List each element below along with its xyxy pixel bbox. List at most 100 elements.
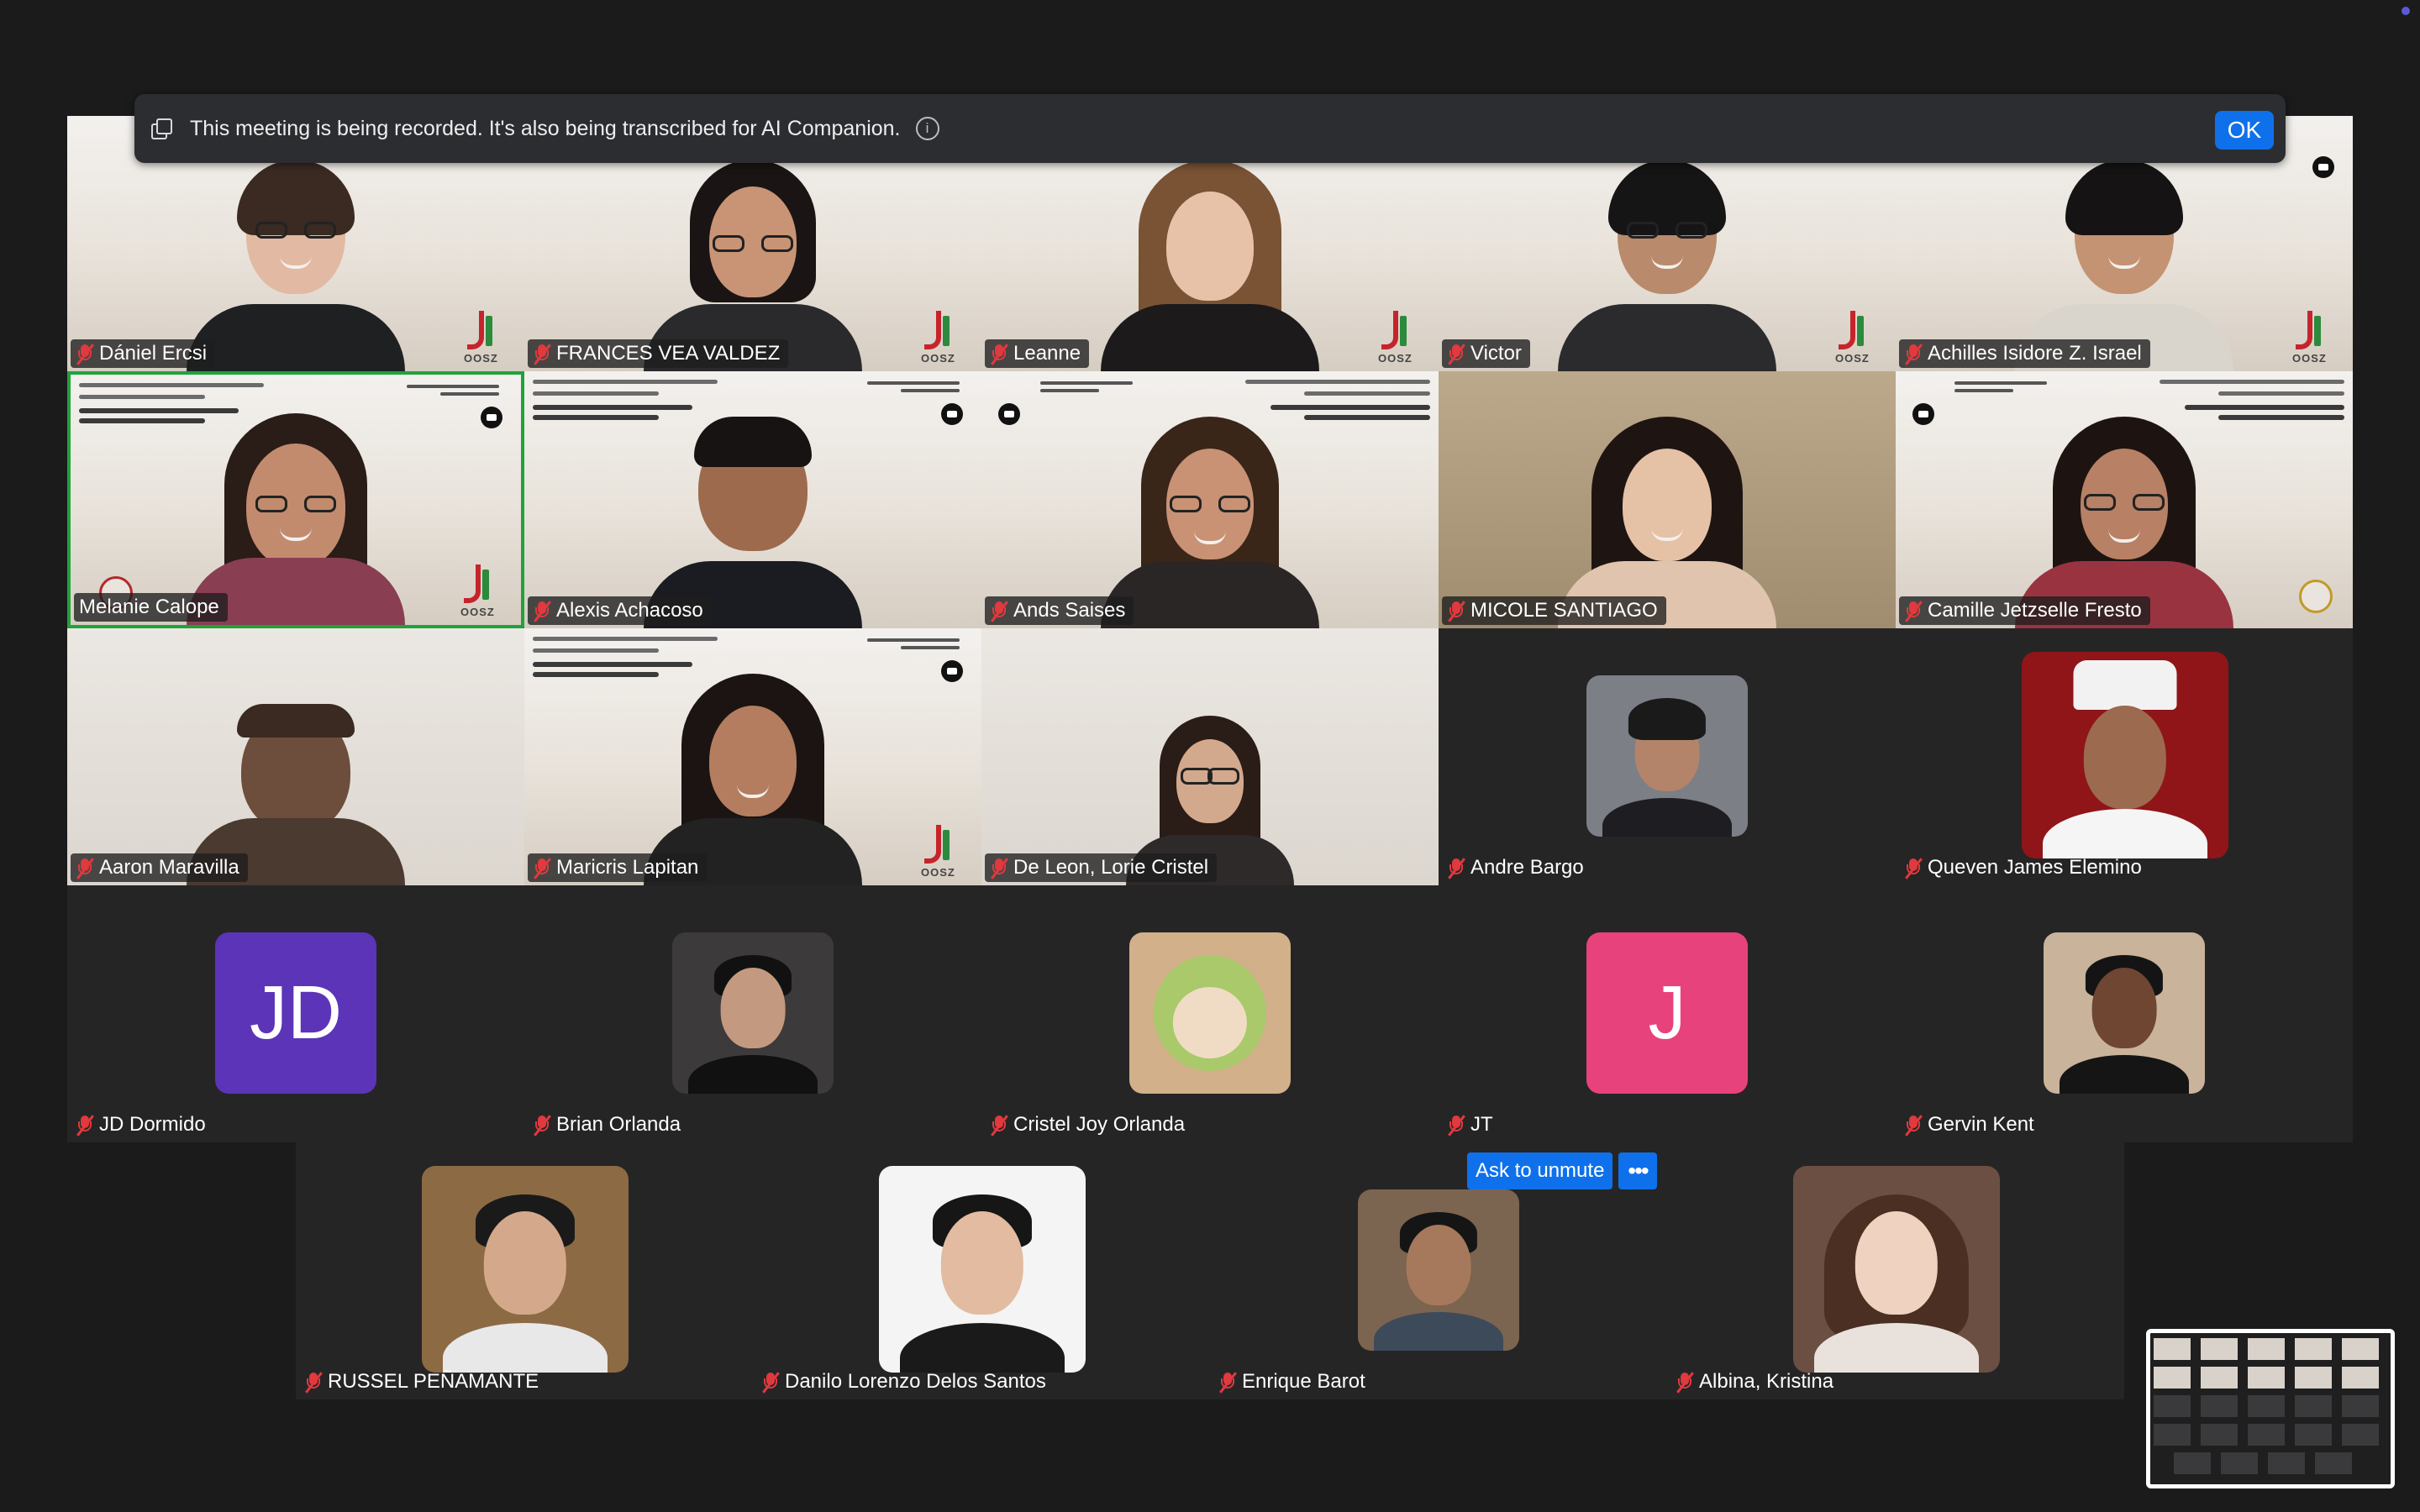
- participant-tile[interactable]: Gervin Kent: [1896, 885, 2353, 1142]
- participant-name: Maricris Lapitan: [556, 856, 699, 879]
- participant-name-label: Queven James Elemino: [1899, 853, 2150, 882]
- video-tile-active-speaker[interactable]: OOSZ Melanie Calope: [67, 371, 524, 628]
- participant-name: Danilo Lorenzo Delos Santos: [785, 1370, 1046, 1393]
- gallery-minimap[interactable]: [2146, 1329, 2395, 1488]
- participant-video: [187, 160, 405, 371]
- more-options-button[interactable]: •••: [1618, 1152, 1657, 1189]
- profile-picture: [879, 1166, 1086, 1373]
- copy-icon: [151, 118, 172, 139]
- date-banner: [859, 381, 960, 395]
- date-banner: [1954, 381, 2055, 395]
- participant-name: RUSSEL PEÑAMANTE: [328, 1370, 539, 1393]
- participant-name: Cristel Joy Orlanda: [1013, 1113, 1186, 1136]
- date-banner: [398, 385, 499, 398]
- participant-name-label: Danilo Lorenzo Delos Santos: [756, 1368, 1055, 1396]
- video-tile[interactable]: OOSZ Maricris Lapitan: [524, 628, 981, 885]
- participant-name-label: Aaron Maravilla: [71, 853, 248, 882]
- mic-off-icon: [76, 857, 94, 879]
- video-camera-icon: [941, 660, 963, 682]
- participant-tile[interactable]: RUSSEL PEÑAMANTE: [296, 1142, 753, 1399]
- participant-name: JT: [1470, 1113, 1493, 1136]
- oosz-logo: OOSZ: [918, 311, 956, 365]
- avatar-initials: J: [1648, 970, 1686, 1055]
- video-tile[interactable]: MICOLE SANTIAGO: [1439, 371, 1896, 628]
- minimap-cell: [2154, 1338, 2191, 1360]
- participant-name-label: Enrique Barot: [1213, 1368, 1374, 1396]
- participant-tile[interactable]: Albina, Kristina: [1667, 1142, 2124, 1399]
- minimap-cell: [2201, 1367, 2238, 1389]
- profile-picture: [672, 932, 834, 1094]
- participant-name-label: Leanne: [985, 339, 1090, 368]
- info-icon[interactable]: i: [915, 117, 939, 140]
- recording-message: This meeting is being recorded. It's als…: [190, 116, 901, 140]
- participant-tile[interactable]: Queven James Elemino: [1896, 628, 2353, 885]
- profile-picture: [422, 1166, 629, 1373]
- video-camera-icon: [998, 403, 1020, 425]
- participant-name-label: Melanie Calope: [74, 593, 228, 622]
- video-tile[interactable]: Ands Saises: [981, 371, 1439, 628]
- mic-off-icon: [76, 1114, 94, 1137]
- participant-name-label: De Leon, Lorie Cristel: [985, 853, 1218, 882]
- participant-tile[interactable]: Andre Bargo: [1439, 628, 1896, 885]
- participant-name-label: MICOLE SANTIAGO: [1442, 596, 1666, 625]
- mic-off-icon: [1218, 1371, 1237, 1394]
- video-tile[interactable]: Alexis Achacoso: [524, 371, 981, 628]
- video-camera-icon: [1912, 403, 1934, 425]
- minimap-cell: [2342, 1395, 2379, 1417]
- participant-name: MICOLE SANTIAGO: [1470, 599, 1658, 622]
- seal-logo: [2299, 580, 2333, 613]
- participant-name: Brian Orlanda: [556, 1113, 681, 1136]
- participant-name: Ands Saises: [1013, 599, 1126, 622]
- participant-tile[interactable]: J JT: [1439, 885, 1896, 1142]
- minimap-cell: [2201, 1424, 2238, 1446]
- video-tile[interactable]: De Leon, Lorie Cristel: [981, 628, 1439, 885]
- initials-avatar: J: [1586, 932, 1748, 1094]
- participant-tile[interactable]: Cristel Joy Orlanda: [981, 885, 1439, 1142]
- minimap-cell: [2221, 1452, 2258, 1474]
- participant-tile[interactable]: Danilo Lorenzo Delos Santos: [753, 1142, 1210, 1399]
- participant-name-label: RUSSEL PEÑAMANTE: [299, 1368, 547, 1396]
- video-camera-icon: [2312, 156, 2334, 178]
- participant-name-label: Gervin Kent: [1899, 1110, 2043, 1139]
- participant-name-label: Victor: [1442, 339, 1530, 368]
- participant-name-label: Alexis Achacoso: [528, 596, 712, 625]
- minimap-cell: [2201, 1338, 2238, 1360]
- minimap-cell: [2295, 1338, 2332, 1360]
- video-tile[interactable]: Camille Jetzselle Fresto: [1896, 371, 2353, 628]
- mic-off-icon: [1904, 857, 1923, 879]
- participant-name-label: Cristel Joy Orlanda: [985, 1110, 1193, 1139]
- participant-name-label: FRANCES VEA VALDEZ: [528, 339, 789, 368]
- minimap-cell: [2154, 1367, 2191, 1389]
- mic-off-icon: [990, 343, 1008, 365]
- participant-name: Leanne: [1013, 342, 1081, 365]
- oosz-logo: OOSZ: [918, 825, 956, 879]
- minimap-cell: [2154, 1395, 2191, 1417]
- participant-tile[interactable]: Brian Orlanda: [524, 885, 981, 1142]
- minimap-cell: [2342, 1367, 2379, 1389]
- video-tile[interactable]: Aaron Maravilla: [67, 628, 524, 885]
- minimap-cell: [2268, 1452, 2305, 1474]
- mic-off-icon: [1904, 600, 1923, 622]
- participant-name: Alexis Achacoso: [556, 599, 703, 622]
- mic-off-icon: [533, 600, 551, 622]
- participant-name: Melanie Calope: [79, 596, 219, 618]
- ok-button[interactable]: OK: [2215, 111, 2274, 150]
- date-banner: [859, 638, 960, 652]
- avatar-initials: JD: [250, 970, 342, 1055]
- participant-name: Andre Bargo: [1470, 856, 1584, 879]
- mic-off-icon: [1904, 1114, 1923, 1137]
- mic-off-icon: [1447, 1114, 1465, 1137]
- oosz-logo: OOSZ: [457, 564, 496, 618]
- participant-video: [1558, 160, 1776, 371]
- participant-name: Gervin Kent: [1928, 1113, 2034, 1136]
- participant-name: FRANCES VEA VALDEZ: [556, 342, 781, 365]
- participant-name: JD Dormido: [99, 1113, 206, 1136]
- mic-off-icon: [76, 343, 94, 365]
- profile-picture: [1129, 932, 1291, 1094]
- participant-name: Dániel Ercsi: [99, 342, 208, 365]
- ask-to-unmute-button[interactable]: Ask to unmute: [1467, 1152, 1613, 1189]
- video-camera-icon: [481, 407, 502, 428]
- minimap-cell: [2248, 1367, 2285, 1389]
- minimap-cell: [2248, 1395, 2285, 1417]
- participant-tile[interactable]: JD JD Dormido: [67, 885, 524, 1142]
